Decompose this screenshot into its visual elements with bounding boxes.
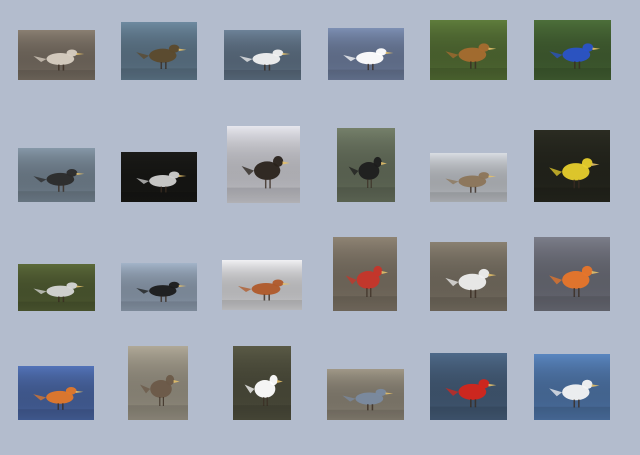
ground-sparrow-image[interactable] <box>430 153 507 202</box>
hairy-woodpecker-image[interactable] <box>233 346 291 420</box>
pebble-beach-bird-image[interactable] <box>18 30 95 80</box>
avocet-on-water-image[interactable] <box>328 28 404 80</box>
black-tern-image[interactable] <box>121 152 197 202</box>
plover-on-sand-image[interactable] <box>430 242 507 311</box>
scarlet-tanager-image[interactable] <box>430 353 507 420</box>
egret-on-rock-image[interactable] <box>224 30 301 80</box>
red-bellied-woodpecker-image[interactable] <box>333 237 397 311</box>
long-tailed-duck-image[interactable] <box>18 148 95 202</box>
sandpiper-on-rock-image[interactable] <box>128 346 188 420</box>
goldfinch-on-branch-image[interactable] <box>534 130 610 202</box>
gull-on-pier-image[interactable] <box>18 264 95 311</box>
cormorant-calling-image[interactable] <box>227 126 300 203</box>
downy-woodpecker-image[interactable] <box>337 128 395 202</box>
nuthatch-on-twig-image[interactable] <box>327 369 404 420</box>
towhee-in-snow-image[interactable] <box>222 260 302 310</box>
indigo-bunting-image[interactable] <box>534 20 611 80</box>
duck-on-water-image[interactable] <box>121 22 197 80</box>
crow-on-snow-image[interactable] <box>121 263 197 311</box>
tern-in-flight-image[interactable] <box>534 354 610 420</box>
thrasher-on-rocks-image[interactable] <box>430 20 507 80</box>
puffin-on-cliff-image[interactable] <box>534 237 610 311</box>
redstart-on-branch-image[interactable] <box>18 366 94 420</box>
